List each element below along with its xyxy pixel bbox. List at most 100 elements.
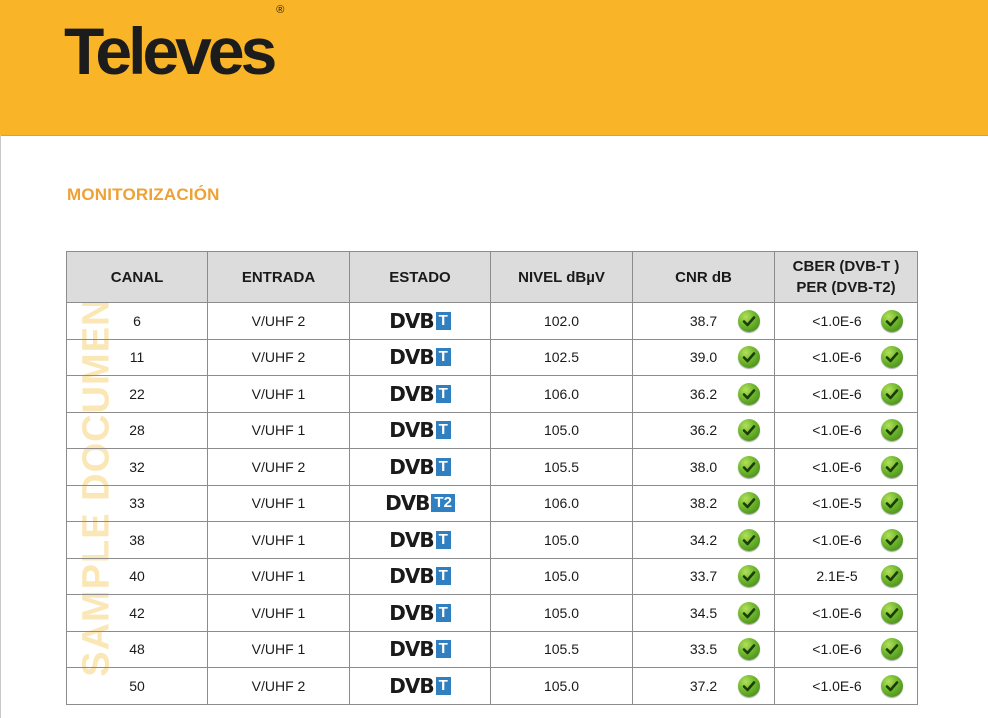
check-circle-icon — [881, 309, 903, 332]
cell-cber: <1.0E-6 — [774, 411, 918, 449]
cber-value: <1.0E-6 — [812, 604, 862, 621]
cell-cnr: 38.0 — [632, 448, 775, 486]
table-row: 22 V/UHF 1 DVB T 106.0 36.2 <1.0E-6 — [66, 375, 918, 413]
cber-value: <1.0E-6 — [812, 531, 862, 548]
cell-entrada: V/UHF 2 — [207, 448, 350, 486]
header-cber-line1: CBER (DVB-T ) — [792, 258, 900, 275]
cell-estado: DVB T — [349, 375, 491, 413]
cber-value: <1.0E-6 — [812, 422, 862, 439]
cnr-value: 39.0 — [689, 349, 718, 366]
cell-cnr: 34.5 — [632, 594, 775, 632]
cell-nivel: 105.5 — [490, 630, 633, 668]
cell-entrada: V/UHF 1 — [207, 411, 350, 449]
table-row: 32 V/UHF 2 DVB T 105.5 38.0 <1.0E-6 — [66, 448, 918, 486]
dvb-logo-text: DVB — [389, 308, 434, 333]
check-circle-icon — [738, 346, 760, 369]
televes-logo: Televes® — [64, 4, 285, 88]
cell-canal: 6 — [66, 302, 208, 340]
dvb-logo: DVB T — [389, 637, 451, 661]
cnr-value: 34.2 — [689, 531, 718, 548]
cell-cnr: 34.2 — [632, 521, 775, 559]
dvb-logo-text: DVB — [389, 600, 434, 625]
table-row: 33 V/UHF 1 DVB T2 106.0 38.2 <1.0E-5 — [66, 484, 918, 522]
cell-estado: DVB T — [349, 521, 491, 559]
check-circle-icon — [881, 419, 903, 442]
check-circle-icon — [738, 601, 760, 624]
cnr-value: 38.2 — [689, 495, 718, 512]
dvb-logo-text: DVB — [389, 637, 434, 662]
cell-canal: 33 — [66, 484, 208, 522]
cell-cnr: 38.2 — [632, 484, 775, 522]
table-row: 42 V/UHF 1 DVB T 105.0 34.5 <1.0E-6 — [66, 594, 918, 632]
cell-estado: DVB T — [349, 411, 491, 449]
table-row: 50 V/UHF 2 DVB T 105.0 37.2 <1.0E-6 — [66, 667, 918, 705]
cell-estado: DVB T — [349, 448, 491, 486]
cell-entrada: V/UHF 2 — [207, 302, 350, 340]
check-circle-icon — [738, 309, 760, 332]
cell-canal: 28 — [66, 411, 208, 449]
check-circle-icon — [738, 565, 760, 588]
cber-value: <1.0E-6 — [812, 385, 862, 402]
check-circle-icon — [881, 674, 903, 697]
table-row: 48 V/UHF 1 DVB T 105.5 33.5 <1.0E-6 — [66, 630, 918, 668]
cell-entrada: V/UHF 1 — [207, 521, 350, 559]
monitoring-table: CANAL ENTRADA ESTADO NIVEL dBµV CNR dB C… — [66, 251, 918, 705]
cnr-value: 36.2 — [689, 385, 718, 402]
cell-cber: <1.0E-6 — [774, 630, 918, 668]
cell-entrada: V/UHF 1 — [207, 630, 350, 668]
table-header-row: CANAL ENTRADA ESTADO NIVEL dBµV CNR dB C… — [66, 251, 918, 303]
check-circle-icon — [881, 528, 903, 551]
header-cber-line2: PER (DVB-T2) — [796, 279, 896, 296]
cell-nivel: 105.0 — [490, 594, 633, 632]
cell-canal: 32 — [66, 448, 208, 486]
cber-value: <1.0E-6 — [812, 677, 862, 694]
cell-cber: <1.0E-6 — [774, 594, 918, 632]
cell-cber: <1.0E-6 — [774, 375, 918, 413]
dvb-badge: T2 — [431, 494, 455, 513]
check-circle-icon — [881, 382, 903, 405]
cell-canal: 38 — [66, 521, 208, 559]
check-circle-icon — [738, 528, 760, 551]
cber-value: <1.0E-6 — [812, 312, 862, 329]
check-circle-icon — [881, 492, 903, 515]
cell-cber: <1.0E-6 — [774, 521, 918, 559]
dvb-logo-text: DVB — [385, 491, 430, 516]
cell-canal: 48 — [66, 630, 208, 668]
cell-entrada: V/UHF 2 — [207, 667, 350, 705]
dvb-badge: T — [435, 676, 451, 695]
check-circle-icon — [881, 638, 903, 661]
check-circle-icon — [881, 346, 903, 369]
dvb-badge: T — [435, 348, 451, 367]
table-row: 40 V/UHF 1 DVB T 105.0 33.7 2.1E-5 — [66, 557, 918, 595]
cell-cnr: 33.5 — [632, 630, 775, 668]
cell-entrada: V/UHF 1 — [207, 375, 350, 413]
cell-cnr: 36.2 — [632, 411, 775, 449]
dvb-badge: T — [435, 530, 451, 549]
cnr-value: 36.2 — [689, 422, 718, 439]
cell-estado: DVB T — [349, 557, 491, 595]
cell-cnr: 37.2 — [632, 667, 775, 705]
page-header: Televes® — [0, 0, 988, 136]
dvb-badge: T — [435, 311, 451, 330]
dvb-logo: DVB T — [389, 564, 451, 588]
cell-cnr: 38.7 — [632, 302, 775, 340]
cell-nivel: 105.0 — [490, 667, 633, 705]
cell-entrada: V/UHF 1 — [207, 594, 350, 632]
cell-cber: <1.0E-6 — [774, 302, 918, 340]
check-circle-icon — [881, 601, 903, 624]
cber-value: <1.0E-6 — [812, 349, 862, 366]
cell-cber: <1.0E-6 — [774, 667, 918, 705]
table-row: 38 V/UHF 1 DVB T 105.0 34.2 <1.0E-6 — [66, 521, 918, 559]
header-estado: ESTADO — [349, 251, 491, 303]
dvb-logo-text: DVB — [389, 673, 434, 698]
dvb-badge: T — [435, 421, 451, 440]
cnr-value: 33.5 — [689, 641, 718, 658]
dvb-logo-text: DVB — [389, 345, 434, 370]
cell-estado: DVB T2 — [349, 484, 491, 522]
dvb-badge: T — [435, 640, 451, 659]
dvb-logo: DVB T — [389, 309, 451, 333]
cell-estado: DVB T — [349, 594, 491, 632]
cell-nivel: 105.5 — [490, 448, 633, 486]
cell-cber: 2.1E-5 — [774, 557, 918, 595]
cell-nivel: 105.0 — [490, 411, 633, 449]
